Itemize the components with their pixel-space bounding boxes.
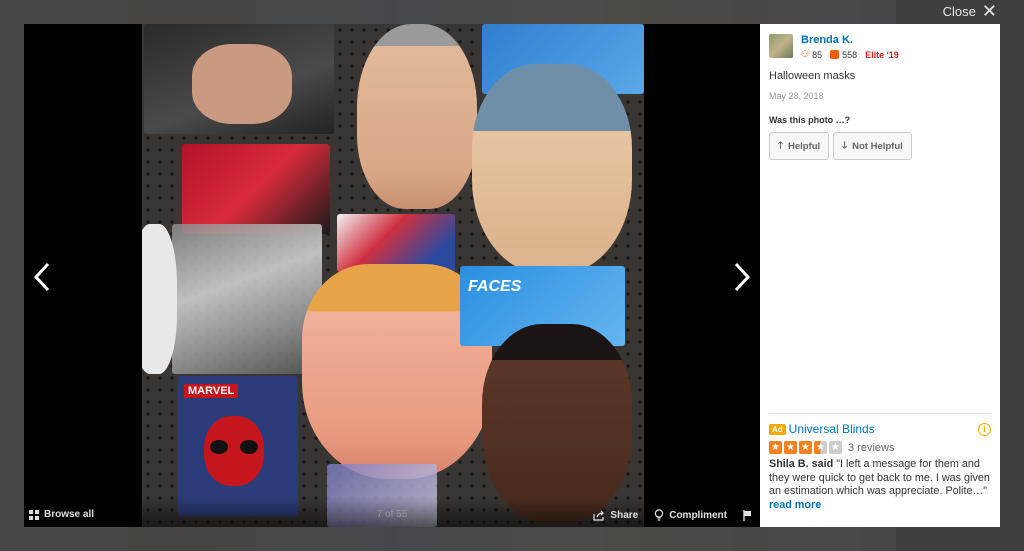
elite-badge: Elite '19 [865,49,899,60]
compliment-label: Compliment [669,509,727,521]
flag-icon [743,509,751,521]
user-name-link[interactable]: Brenda K. [801,34,899,46]
reviews-value: 558 [842,49,858,60]
not-helpful-label: Not Helpful [852,140,903,152]
marvel-logo: MARVEL [184,384,239,398]
close-label: Close [942,3,976,19]
share-button[interactable]: Share [593,510,638,521]
mask-package-red [182,144,330,234]
reviews-count: 558 [830,50,857,60]
mask-package-clear [172,224,322,374]
star-icon: ★ [784,441,797,454]
chevron-left-icon [33,262,50,292]
mask-woman-face [192,44,292,124]
read-more-link[interactable]: read more [769,499,821,511]
compliment-button[interactable]: Compliment [654,509,727,521]
photo: MARVEL FACES [142,24,644,527]
helpful-label: Helpful [787,140,821,152]
faces-logo: FACES [468,278,522,295]
ad-business-link[interactable]: Universal Blinds [789,422,875,436]
mask-dark-man [482,324,632,524]
ad-tag: Ad [769,423,786,435]
user-stats: ⚇ 85 558 Elite '19 [801,49,899,60]
star-icon: ★ [769,441,782,454]
deadpool-mask [204,416,264,486]
user-info: Brenda K. ⚇ 85 558 Elite '19 [769,34,991,60]
viewer-footer: Browse all 7 of 55 Share Compliment [24,497,760,527]
share-label: Share [610,509,639,521]
report-button[interactable] [743,509,752,521]
photo-date: May 28, 2018 [769,91,824,101]
sponsored-ad: Ad Universal Blinds i ★ ★ ★ ★ ★ 3 review… [769,413,991,512]
star-icon: ★ [799,441,812,454]
lightbulb-icon [655,509,664,521]
deadpool-package: MARVEL [178,376,298,516]
review-star-icon [830,50,840,59]
helpful-question: Was this photo …? [769,115,851,125]
arrow-up-icon: 🡑 [778,140,783,151]
close-icon: ✕ [981,1,997,21]
star-empty-icon: ★ [829,441,842,454]
vote-buttons: 🡑 Helpful 🡓 Not Helpful [769,132,991,160]
info-icon[interactable]: i [978,422,991,436]
chevron-right-icon [734,262,751,292]
friends-icon: ⚇ [801,49,810,59]
stormtrooper-mask [142,224,177,374]
friends-value: 85 [812,49,823,60]
previous-photo-button[interactable] [28,259,58,295]
photo-sidebar: Brenda K. ⚇ 85 558 Elite '19 Halloween m… [760,24,1000,527]
star-half-icon: ★ [814,441,827,454]
ad-rating: ★ ★ ★ ★ ★ 3 reviews [769,441,991,454]
star-rating: ★ ★ ★ ★ ★ [769,441,842,454]
ad-review-count: 3 reviews [848,441,895,454]
reviewer-name: Shila B. said [769,458,834,470]
helpful-button[interactable]: 🡑 Helpful [769,132,830,160]
arrow-down-icon: 🡓 [842,140,848,151]
photo-caption: Halloween masks [769,70,856,82]
close-button[interactable]: Close ✕ [942,1,997,21]
share-icon [593,510,605,521]
avatar[interactable] [769,34,793,58]
mask-old-man [357,24,477,209]
mask-beanie-man [472,64,632,274]
ad-header: Ad Universal Blinds i [769,422,991,436]
footer-actions: Share Compliment [593,509,752,521]
next-photo-button[interactable] [726,259,756,295]
friends-count: ⚇ 85 [801,49,822,60]
not-helpful-button[interactable]: 🡓 Not Helpful [833,132,912,160]
ad-review-snippet: Shila B. said "I left a message for them… [769,458,991,512]
photo-viewer: MARVEL FACES Browse all 7 of 55 Share Co… [24,24,760,527]
